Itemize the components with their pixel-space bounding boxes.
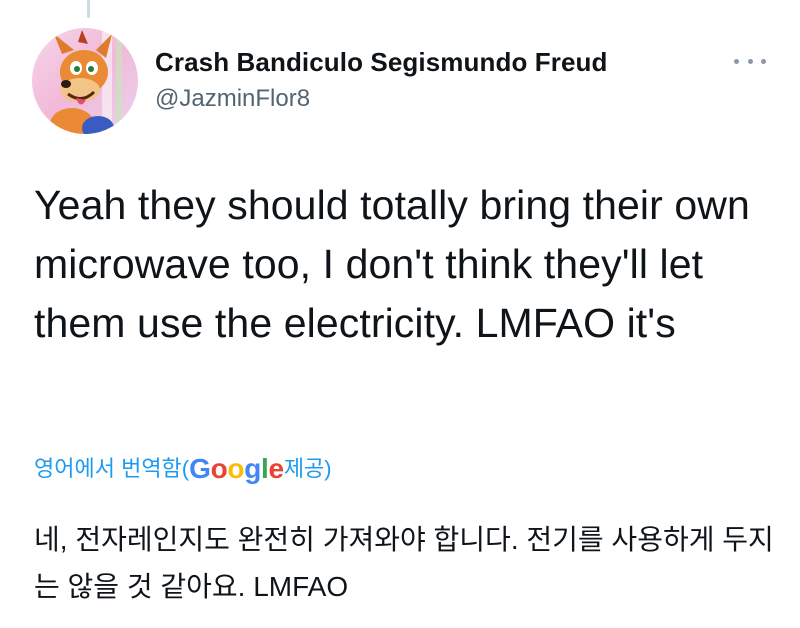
author-handle[interactable]: @JazminFlor8	[155, 82, 607, 116]
author-block[interactable]: Crash Bandiculo Segismundo Freud @Jazmin…	[155, 44, 607, 116]
google-logo: Google	[189, 453, 284, 484]
translated-text: 네, 전자레인지도 완전히 가져와야 합니다. 전기를 사용하게 두지는 않을 …	[34, 524, 774, 602]
thread-connector-line	[87, 0, 90, 18]
translate-link-prefix: 영어에서 번역함(	[34, 456, 190, 481]
tweet-text: Yeah they should totally bring their own…	[34, 182, 750, 346]
more-horizontal-icon[interactable]	[734, 52, 766, 70]
translate-link[interactable]: 영어에서 번역함( Google 제공)	[34, 449, 332, 489]
crash-bandicoot-avatar-icon	[32, 28, 138, 134]
avatar[interactable]	[32, 28, 138, 134]
translate-link-suffix: 제공)	[283, 456, 332, 481]
author-display-name[interactable]: Crash Bandiculo Segismundo Freud	[155, 44, 607, 80]
